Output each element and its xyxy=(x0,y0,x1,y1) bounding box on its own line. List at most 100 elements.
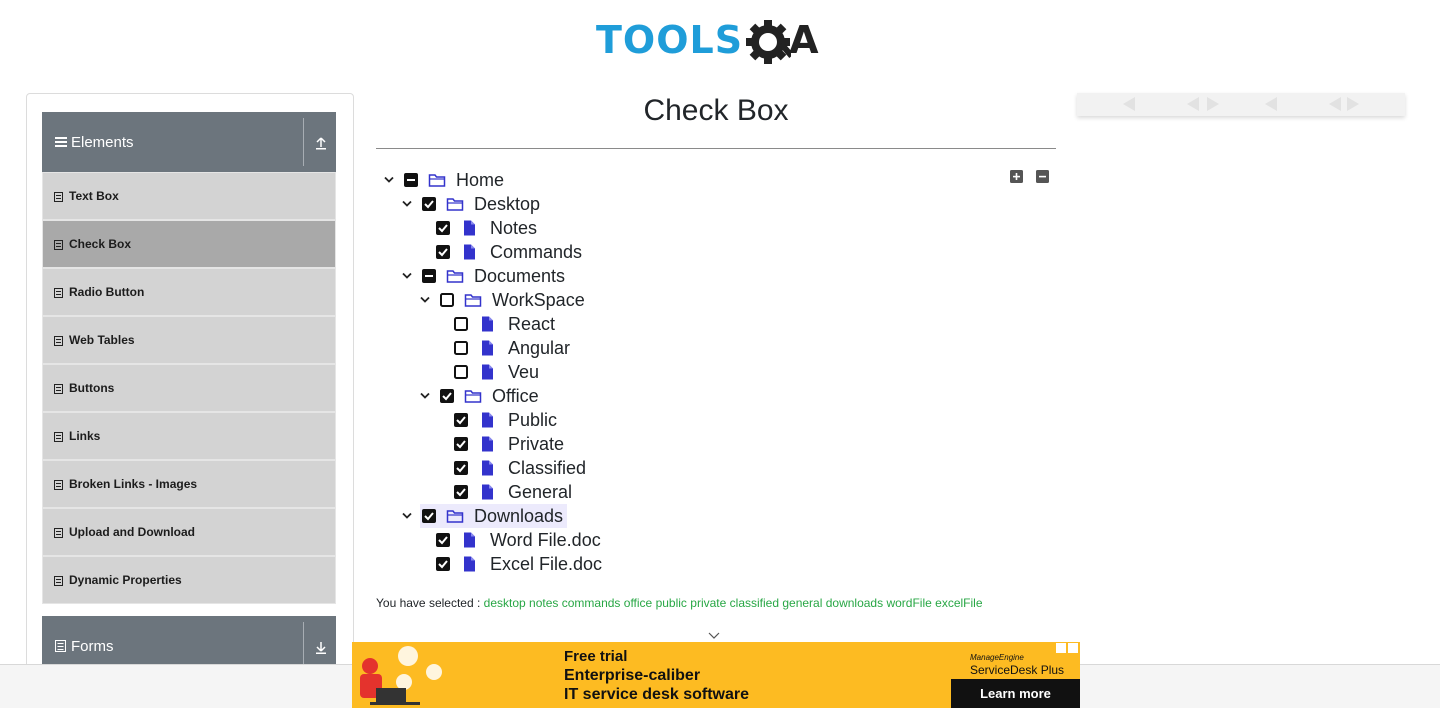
selected-item: office xyxy=(623,596,653,610)
selected-item: classified xyxy=(729,596,780,610)
menu-item-broken-links[interactable]: Broken Links - Images xyxy=(42,460,336,508)
arrow-down-icon[interactable] xyxy=(312,638,330,656)
ad-close-icon[interactable] xyxy=(1068,643,1078,653)
tree-node-documents: Documents xyxy=(398,264,569,288)
checkbox-checked-icon[interactable] xyxy=(454,437,468,451)
tree-node-workspace: WorkSpace xyxy=(416,288,589,312)
menu-item-dynamic-properties[interactable]: Dynamic Properties xyxy=(42,556,336,604)
tree-label[interactable]: Classified xyxy=(504,458,590,479)
tree-label[interactable]: Desktop xyxy=(470,194,544,215)
tree-label[interactable]: Documents xyxy=(470,266,569,287)
ad-brand: ManageEngine ServiceDesk Plus xyxy=(970,652,1064,676)
menu-item-web-tables[interactable]: Web Tables xyxy=(42,316,336,364)
menu-item-radio-button[interactable]: Radio Button xyxy=(42,268,336,316)
menu-item-label: Broken Links - Images xyxy=(69,477,198,491)
chevron-down-icon[interactable] xyxy=(416,291,434,309)
tree-label[interactable]: General xyxy=(504,482,576,503)
tree-label[interactable]: Public xyxy=(504,410,561,431)
chevron-down-icon[interactable] xyxy=(416,387,434,405)
ad-line-2: Enterprise-caliber xyxy=(564,667,701,684)
tree-label[interactable]: Office xyxy=(488,386,543,407)
toolsqa-logo[interactable]: TOOLS A xyxy=(596,12,819,68)
menu-item-label: Web Tables xyxy=(69,333,135,347)
folder-icon xyxy=(446,508,464,524)
checkbox-half-icon[interactable] xyxy=(422,269,436,283)
minus-square-icon[interactable] xyxy=(1035,169,1050,184)
ad-info-icon[interactable] xyxy=(1056,643,1066,653)
adchoices-icon[interactable] xyxy=(1056,643,1078,653)
checkbox-checked-icon[interactable] xyxy=(436,533,450,547)
tree-label[interactable]: Angular xyxy=(504,338,574,359)
checkbox-half-icon[interactable] xyxy=(404,173,418,187)
checkbox-unchecked-icon[interactable] xyxy=(440,293,454,307)
logo-tools-text: TOOLS xyxy=(596,18,744,62)
tree-node-wordfile: Word File.doc xyxy=(436,528,605,552)
menu-item-buttons[interactable]: Buttons xyxy=(42,364,336,412)
arrow-up-icon[interactable] xyxy=(312,134,330,152)
page-title: Check Box xyxy=(643,94,789,127)
list-icon xyxy=(54,239,63,250)
tree-label[interactable]: Private xyxy=(504,434,568,455)
checkbox-unchecked-icon[interactable] xyxy=(454,365,468,379)
tree-label[interactable]: Word File.doc xyxy=(486,530,605,551)
selected-item: wordFile xyxy=(886,596,932,610)
tree-label[interactable]: Veu xyxy=(504,362,543,383)
menu-item-links[interactable]: Links xyxy=(42,412,336,460)
tree-label[interactable]: WorkSpace xyxy=(488,290,589,311)
tree-label[interactable]: React xyxy=(504,314,559,335)
file-icon xyxy=(480,316,498,332)
checkbox-checked-icon[interactable] xyxy=(436,221,450,235)
menu-item-label: Dynamic Properties xyxy=(69,573,182,587)
checkbox-checked-icon[interactable] xyxy=(454,413,468,427)
tree-node-office: Office xyxy=(416,384,543,408)
file-icon xyxy=(480,436,498,452)
checkbox-checked-icon[interactable] xyxy=(422,197,436,211)
group-label-forms: Forms xyxy=(71,637,114,655)
selection-result: You have selected : desktop notes comman… xyxy=(376,596,983,610)
chevron-down-icon[interactable] xyxy=(707,628,721,639)
list-icon xyxy=(54,575,63,586)
group-header-elements[interactable]: Elements xyxy=(42,112,336,172)
learn-more-button[interactable]: Learn more xyxy=(951,679,1080,708)
menu-item-upload-download[interactable]: Upload and Download xyxy=(42,508,336,556)
selected-item: private xyxy=(690,596,727,610)
chevron-down-icon[interactable] xyxy=(398,507,416,525)
tree-label[interactable]: Home xyxy=(452,170,508,191)
logo-qa: A xyxy=(745,17,819,64)
checkbox-checked-icon[interactable] xyxy=(440,389,454,403)
tree-label[interactable]: Commands xyxy=(486,242,586,263)
selected-items: desktop notes commands office public pri… xyxy=(484,596,983,610)
file-icon xyxy=(480,340,498,356)
chevron-down-icon[interactable] xyxy=(398,195,416,213)
servicedesk-ad-banner[interactable]: Free trial Enterprise-caliber IT service… xyxy=(352,642,1080,708)
list-icon xyxy=(54,431,63,442)
logo-a-text: A xyxy=(789,18,819,62)
checkbox-unchecked-icon[interactable] xyxy=(454,317,468,331)
file-icon xyxy=(462,556,480,572)
chevron-down-icon[interactable] xyxy=(380,171,398,189)
ad-brand-name: ServiceDesk Plus xyxy=(970,663,1065,677)
checkbox-checked-icon[interactable] xyxy=(436,245,450,259)
checkbox-unchecked-icon[interactable] xyxy=(454,341,468,355)
tree-label[interactable]: Downloads xyxy=(470,506,567,527)
checkbox-checked-icon[interactable] xyxy=(454,461,468,475)
tree-label[interactable]: Notes xyxy=(486,218,541,239)
expand-collapse-controls xyxy=(1009,169,1050,184)
plus-square-icon[interactable] xyxy=(1009,169,1024,184)
checkbox-checked-icon[interactable] xyxy=(436,557,450,571)
chevron-down-icon[interactable] xyxy=(398,267,416,285)
selected-item: notes xyxy=(529,596,559,610)
checkbox-checked-icon[interactable] xyxy=(454,485,468,499)
file-icon xyxy=(480,364,498,380)
tree-label[interactable]: Excel File.doc xyxy=(486,554,606,575)
file-icon xyxy=(462,220,480,236)
menu-item-label: Check Box xyxy=(69,237,132,251)
checkbox-checked-icon[interactable] xyxy=(422,509,436,523)
menu-item-check-box[interactable]: Check Box xyxy=(42,220,336,268)
menu-item-text-box[interactable]: Text Box xyxy=(42,172,336,220)
menu-item-label: Text Box xyxy=(69,189,119,203)
gear-q-icon xyxy=(745,17,795,64)
list-icon xyxy=(54,191,63,202)
tree-node-notes: Notes xyxy=(436,216,541,240)
ad-line-3: IT service desk software xyxy=(564,686,749,703)
